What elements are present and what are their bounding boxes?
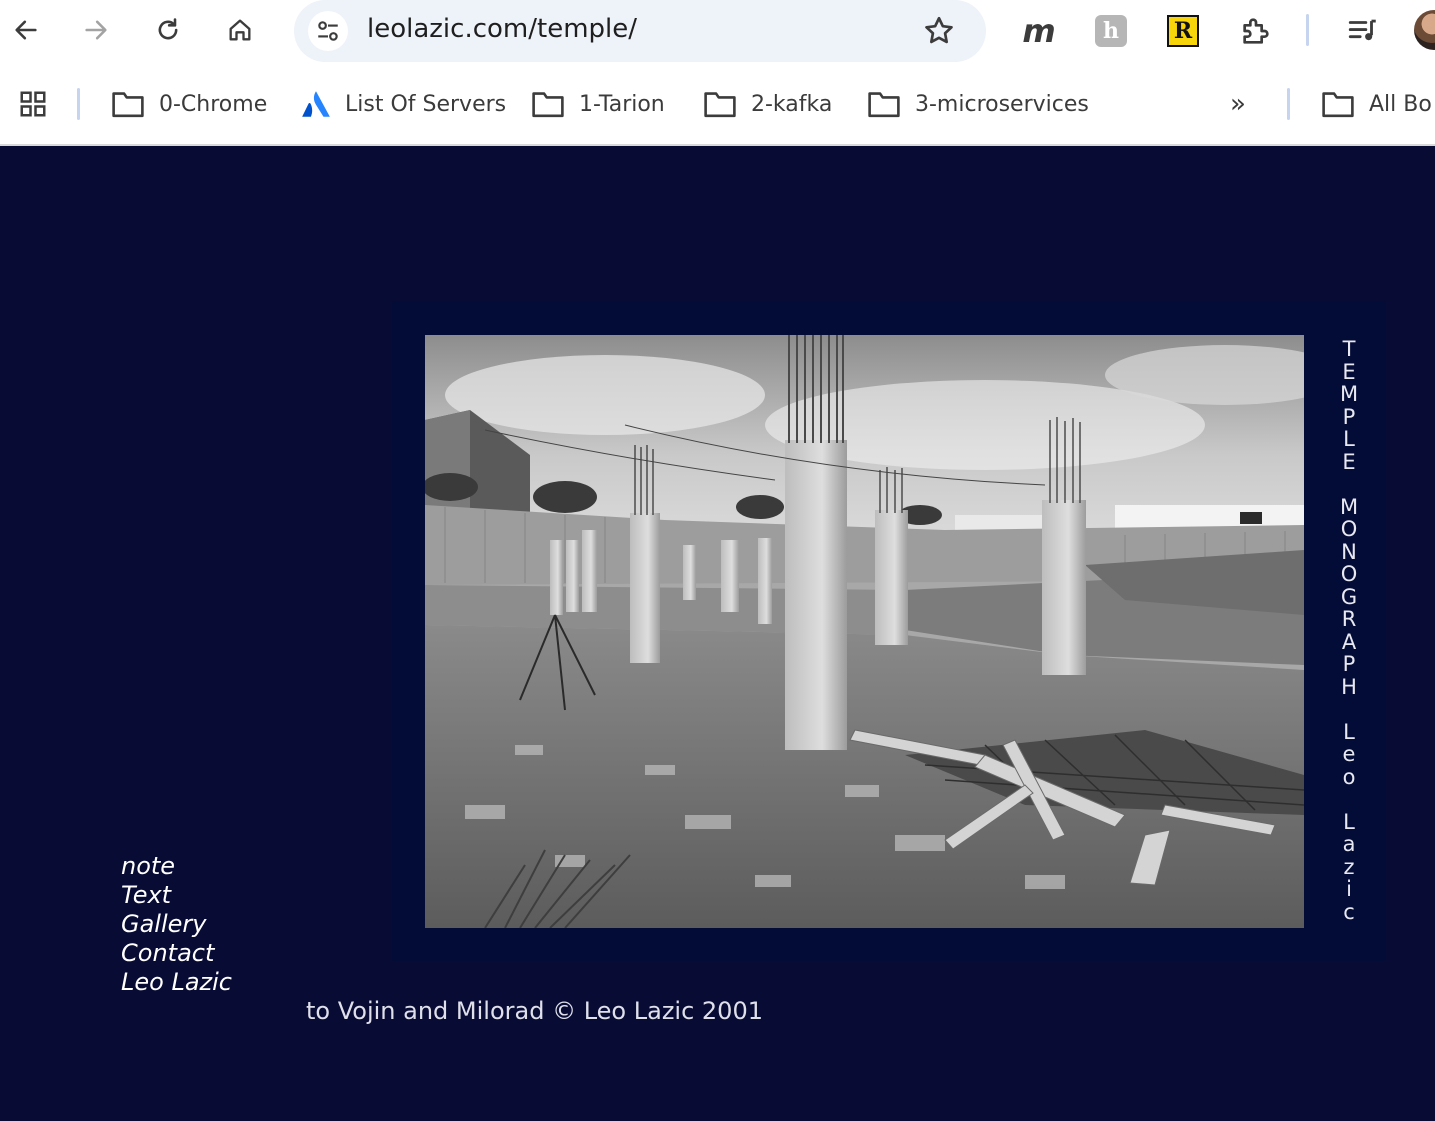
apps-button[interactable] <box>18 86 62 122</box>
vertical-title-char: e <box>1342 742 1356 766</box>
bookmark-2-kafka[interactable]: 2-kafka <box>703 86 832 122</box>
vertical-title-char: E <box>1342 449 1356 474</box>
vertical-title-char: E <box>1342 359 1356 384</box>
nav-link-gallery[interactable]: Gallery <box>121 910 232 939</box>
site-info-button[interactable] <box>308 11 348 51</box>
bookmarks-bar: 0-Chrome List Of Servers 1-Tarion 2-kafk… <box>0 62 1435 146</box>
queue-music-icon <box>1348 19 1376 41</box>
site-nav: note Text Gallery Contact Leo Lazic <box>121 852 232 997</box>
home-button[interactable] <box>220 10 260 50</box>
vertical-title-char: i <box>1346 877 1352 901</box>
folder-icon <box>112 92 144 118</box>
vertical-title-char <box>1346 473 1353 496</box>
all-bookmarks-label: All Bo <box>1369 91 1432 117</box>
bookmark-label: 2-kafka <box>751 91 833 117</box>
vertical-title-char <box>1346 698 1353 721</box>
bookmark-star-icon[interactable] <box>922 14 956 48</box>
vertical-title-char: O <box>1340 562 1358 586</box>
browser-toolbar: leolazic.com/temple/ m h R <box>0 0 1435 62</box>
vertical-title-char: z <box>1343 854 1355 879</box>
h-extension-icon: h <box>1095 15 1127 47</box>
vertical-title-char <box>1346 788 1353 811</box>
home-icon <box>229 19 251 41</box>
folder-icon <box>868 92 900 118</box>
vertical-title-char: T <box>1342 337 1356 361</box>
extension-h-button[interactable]: h <box>1091 11 1131 51</box>
arrow-left-icon <box>15 20 37 40</box>
vertical-title-char: L <box>1343 719 1355 744</box>
apps-grid-icon <box>20 91 46 117</box>
folder-icon <box>704 92 736 118</box>
back-button[interactable] <box>6 10 46 50</box>
puzzle-icon <box>1243 18 1269 44</box>
vertical-title-char: R <box>1341 607 1357 631</box>
vertical-title-char: a <box>1342 832 1356 856</box>
nav-link-contact[interactable]: Contact <box>121 939 232 968</box>
vertical-title-char: N <box>1341 539 1357 564</box>
url-text[interactable]: leolazic.com/temple/ <box>367 14 637 44</box>
bookmarks-overflow-button[interactable]: » <box>1230 86 1246 122</box>
bookmark-label: List Of Servers <box>345 91 507 117</box>
forward-button[interactable] <box>76 10 116 50</box>
atlassian-icon <box>302 91 330 117</box>
bookmarks-divider <box>1287 88 1290 120</box>
bookmark-3-microservices[interactable]: 3-microservices <box>867 86 1089 122</box>
vertical-title-char: c <box>1343 899 1355 924</box>
nav-link-text[interactable]: Text <box>121 881 232 910</box>
vertical-title-char: M <box>1339 382 1359 406</box>
r-extension-icon: R <box>1167 15 1199 47</box>
toolbar-divider <box>1306 14 1309 46</box>
media-button[interactable] <box>1343 11 1383 51</box>
extension-r-button[interactable]: R <box>1163 11 1203 51</box>
vertical-title-char: M <box>1339 494 1359 519</box>
nav-link-leo-lazic[interactable]: Leo Lazic <box>121 968 232 997</box>
nav-link-note[interactable]: note <box>121 852 232 881</box>
vertical-title-char: P <box>1342 652 1356 676</box>
all-bookmarks-button[interactable]: All Bo <box>1321 86 1432 122</box>
vertical-title: TEMPLE MONOGRAPH Leo Lazic <box>1338 338 1360 923</box>
bookmark-1-tarion[interactable]: 1-Tarion <box>531 86 665 122</box>
vertical-title-char: L <box>1343 809 1355 834</box>
vertical-title-char: A <box>1341 629 1357 654</box>
vertical-title-char: H <box>1341 674 1357 699</box>
chevron-double-right-icon: » <box>1230 89 1246 119</box>
bookmark-list-of-servers[interactable]: List Of Servers <box>301 86 506 122</box>
construction-site-photo <box>425 335 1304 928</box>
extensions-button[interactable] <box>1236 11 1276 51</box>
bookmark-0-chrome[interactable]: 0-Chrome <box>111 86 267 122</box>
bookmark-label: 0-Chrome <box>159 91 268 117</box>
tune-icon <box>318 21 338 41</box>
m-extension-icon: m <box>1022 12 1056 50</box>
arrow-right-icon <box>85 20 107 40</box>
dedication-text: to Vojin and Milorad © Leo Lazic 2001 <box>306 997 763 1025</box>
reload-button[interactable] <box>148 10 188 50</box>
folder-icon <box>532 92 564 118</box>
profile-avatar[interactable] <box>1414 10 1435 50</box>
bookmark-label: 3-microservices <box>915 91 1089 117</box>
address-bar[interactable]: leolazic.com/temple/ <box>294 0 986 62</box>
vertical-title-char: L <box>1343 427 1355 451</box>
vertical-title-char: G <box>1340 584 1358 609</box>
folder-icon <box>1322 92 1354 118</box>
extension-m-button[interactable]: m <box>1019 11 1059 51</box>
vertical-title-char: O <box>1340 517 1358 541</box>
vertical-title-char: o <box>1342 764 1356 789</box>
vertical-title-char: P <box>1342 404 1356 429</box>
bookmark-label: 1-Tarion <box>579 91 665 117</box>
photo-illustration <box>425 335 1304 928</box>
bookmarks-divider <box>77 88 80 120</box>
reload-icon <box>158 18 178 40</box>
